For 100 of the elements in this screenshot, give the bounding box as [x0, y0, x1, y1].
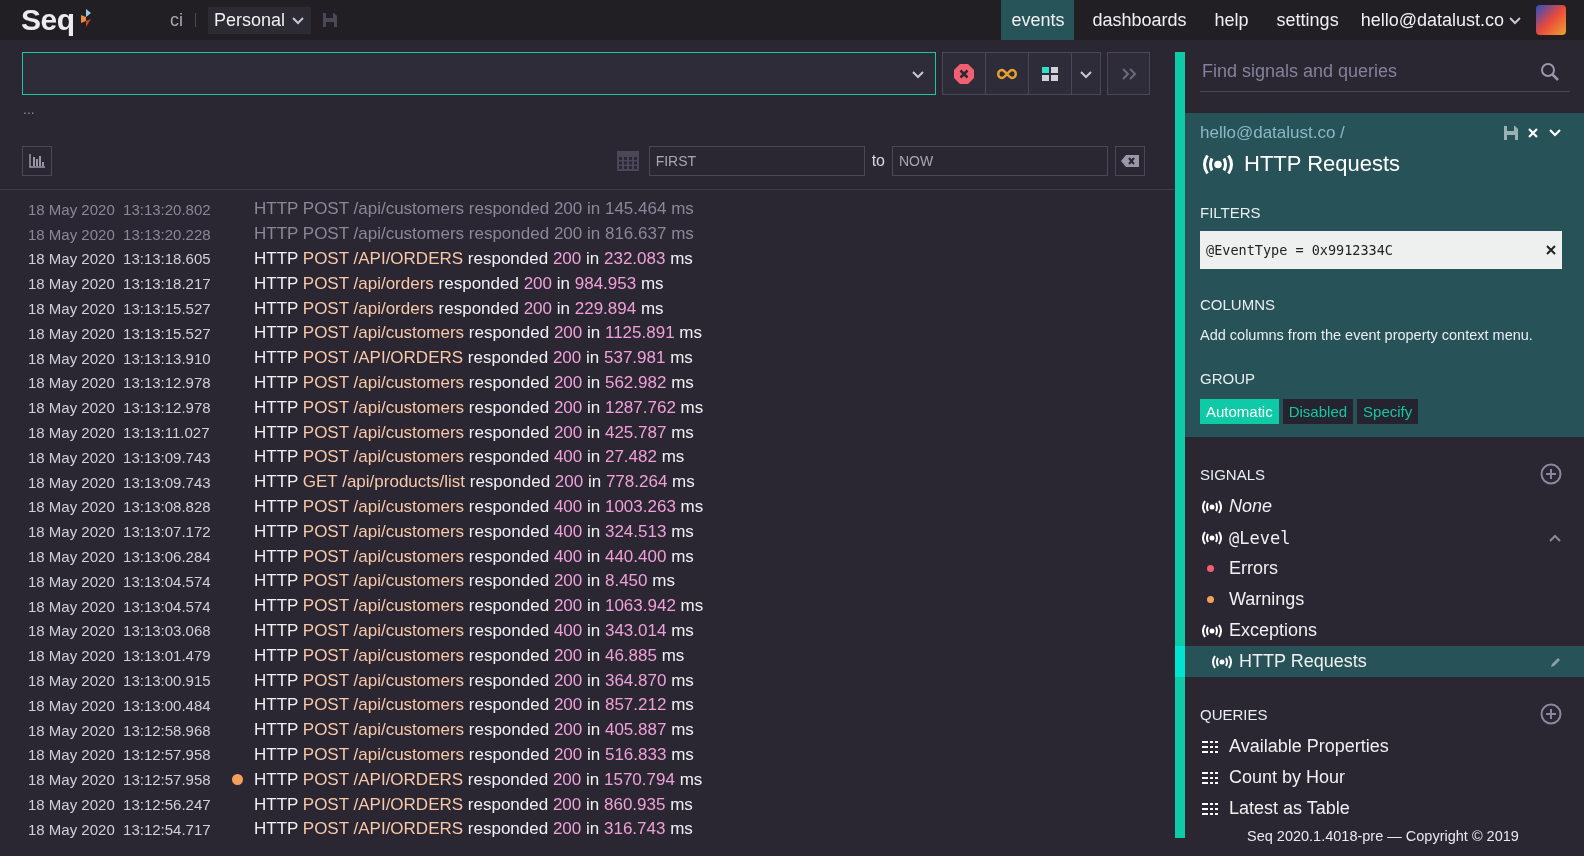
user-menu[interactable]: hello@datalust.co [1356, 9, 1526, 31]
double-chevron-icon [1120, 66, 1137, 81]
event-timestamp: 18 May 2020 13:13:00.915 [27, 672, 212, 690]
layout-dropdown-button[interactable] [1072, 53, 1100, 94]
from-date-field[interactable]: FIRST [648, 146, 865, 176]
event-message[interactable]: HTTP POST /api/customers responded 200 in 816.637 ms [254, 224, 694, 245]
event-message[interactable]: HTTP POST /api/customers responded 200 in 516.833 ms [254, 744, 694, 765]
event-timestamp: 18 May 2020 13:13:09.743 [27, 448, 212, 466]
event-message[interactable]: HTTP POST /API/ORDERS responded 200 in 316.743 ms [254, 819, 693, 840]
event-timestamp: 18 May 2020 13:12:56.247 [27, 796, 212, 813]
event-timestamp: 18 May 2020 13:12:54.717 [27, 820, 212, 838]
backspace-icon [1121, 155, 1139, 167]
add-icon[interactable] [1540, 703, 1562, 725]
event-message[interactable]: HTTP POST /api/customers responded 200 in 857.212 ms [254, 695, 694, 716]
signal-item[interactable]: Exceptions [1185, 615, 1584, 646]
event-message[interactable]: HTTP POST /api/orders responded 200 in 229.894 ms [254, 298, 664, 319]
chevron-down-icon [291, 14, 306, 26]
event-message[interactable]: HTTP GET /api/products/list responded 200 in 778.264 ms [254, 472, 695, 493]
event-message[interactable]: HTTP POST /api/customers responded 200 in 46.885 ms [254, 645, 685, 666]
query-item[interactable]: Count by Hour [1185, 762, 1584, 793]
event-timestamp: 18 May 2020 13:12:58.968 [27, 721, 212, 739]
infinity-icon [996, 67, 1018, 80]
add-icon[interactable] [1540, 463, 1562, 485]
signal-item[interactable]: Warnings [1185, 584, 1584, 615]
signal-title: HTTP Requests [1244, 151, 1401, 177]
event-timestamp: 18 May 2020 13:13:15.527 [27, 324, 212, 342]
event-timestamp: 18 May 2020 13:13:08.828 [27, 498, 212, 516]
event-timestamp: 18 May 2020 13:13:12.978 [27, 399, 212, 417]
signal-item[interactable]: HTTP Requests [1175, 646, 1584, 677]
bar-chart-icon [29, 154, 45, 168]
save-icon [1504, 126, 1518, 140]
clear-range-button[interactable] [1115, 146, 1145, 176]
event-timestamp: 18 May 2020 13:13:09.743 [27, 473, 212, 491]
section-heading: COLUMNS [1200, 296, 1276, 313]
event-message[interactable]: HTTP POST /api/orders responded 200 in 984.953 ms [254, 273, 664, 294]
section-heading: QUERIES [1200, 705, 1268, 723]
layout-button[interactable] [1029, 53, 1072, 94]
event-timestamp: 18 May 2020 13:13:00.484 [27, 696, 212, 714]
clear-icon [953, 62, 975, 85]
group-option-button[interactable]: Specify [1357, 399, 1419, 424]
save-icon [323, 13, 338, 27]
event-message[interactable]: HTTP POST /api/customers responded 200 in 1287.762 ms [254, 397, 704, 418]
event-message[interactable]: HTTP POST /api/customers responded 200 in 562.982 ms [254, 372, 694, 393]
event-timestamp: 18 May 2020 13:13:04.574 [27, 572, 212, 590]
clear-button[interactable] [943, 53, 986, 94]
chevron-down-icon [1548, 127, 1562, 139]
histogram-button[interactable] [22, 146, 52, 176]
event-message[interactable]: HTTP POST /api/customers responded 200 in 364.870 ms [254, 670, 694, 691]
close-icon [1527, 127, 1539, 139]
chevron-down-icon [1508, 14, 1522, 26]
nav-link[interactable]: dashboards [1082, 0, 1197, 40]
close-icon [1546, 245, 1556, 255]
event-timestamp: 18 May 2020 13:13:18.605 [27, 250, 212, 268]
event-message[interactable]: HTTP POST /api/customers responded 200 in 8.450 ms [254, 571, 675, 592]
link-button[interactable] [986, 53, 1029, 94]
event-message[interactable]: HTTP POST /API/ORDERS responded 200 in 860.935 ms [254, 794, 693, 815]
event-timestamp: 18 May 2020 13:13:01.479 [27, 647, 212, 665]
group-option-button[interactable]: Disabled [1282, 399, 1354, 424]
event-message[interactable]: HTTP POST /API/ORDERS responded 200 in 1570.794 ms [254, 769, 703, 790]
event-message[interactable]: HTTP POST /api/customers responded 400 in 1003.263 ms [254, 496, 704, 517]
signal-owner: hello@datalust.co / [1200, 123, 1345, 143]
nav-link[interactable]: help [1204, 0, 1259, 40]
event-message[interactable]: HTTP POST /api/customers responded 200 in 145.464 ms [254, 199, 694, 220]
nav-link[interactable]: settings [1266, 0, 1349, 40]
filter-expression: @EventType = 0x9912334C [1206, 242, 1393, 258]
event-message[interactable]: HTTP POST /API/ORDERS responded 200 in 232.083 ms [254, 249, 693, 269]
event-message[interactable]: HTTP POST /api/customers responded 200 in 425.787 ms [254, 422, 694, 443]
event-timestamp: 18 May 2020 13:13:12.978 [27, 374, 212, 392]
logo-icon [78, 9, 91, 27]
nav-link[interactable]: events [1001, 0, 1075, 40]
pencil-icon [1550, 655, 1562, 668]
to-label: to [871, 152, 885, 170]
instance-name: ci [170, 9, 183, 31]
workspace-dropdown[interactable]: Personal [208, 6, 312, 34]
event-message[interactable]: HTTP POST /API/ORDERS responded 200 in 537.981 ms [254, 348, 693, 369]
event-timestamp: 18 May 2020 13:13:13.910 [27, 349, 212, 367]
more-indicator[interactable]: ... [0, 95, 40, 145]
filter-field[interactable]: @EventType = 0x9912334C [1200, 231, 1562, 269]
event-message[interactable]: HTTP POST /api/customers responded 200 in 405.887 ms [254, 720, 694, 741]
signal-item[interactable]: @Level [1185, 522, 1584, 553]
section-heading: SIGNALS [1200, 465, 1266, 483]
signal-item[interactable]: None [1185, 491, 1584, 522]
event-message[interactable]: HTTP POST /api/customers responded 400 in 440.400 ms [254, 546, 694, 567]
event-timestamp: 18 May 2020 13:13:07.172 [27, 523, 212, 541]
query-item[interactable]: Latest as Table [1185, 793, 1584, 824]
columns-hint: Add columns from the event property context menu. [1200, 327, 1534, 343]
signal-item[interactable]: Errors [1185, 553, 1584, 584]
event-message[interactable]: HTTP POST /api/customers responded 400 in 343.014 ms [254, 620, 694, 641]
event-timestamp: 18 May 2020 13:13:11.027 [27, 424, 211, 442]
event-timestamp: 18 May 2020 13:13:20.802 [27, 200, 212, 218]
query-item[interactable]: Available Properties [1185, 731, 1584, 762]
query-input[interactable] [22, 52, 936, 95]
event-timestamp: 18 May 2020 13:12:57.958 [27, 746, 212, 764]
event-message[interactable]: HTTP POST /api/customers responded 400 in 27.482 ms [254, 447, 685, 468]
signal-search-field[interactable]: Find signals and queries [1200, 53, 1540, 90]
event-message[interactable]: HTTP POST /api/customers responded 200 in 1125.891 ms [254, 323, 702, 344]
event-message[interactable]: HTTP POST /api/customers responded 200 in 1063.942 ms [254, 596, 704, 617]
to-date-field[interactable]: NOW [892, 146, 1108, 176]
event-message[interactable]: HTTP POST /api/customers responded 400 in 324.513 ms [254, 521, 694, 542]
event-timestamp: 18 May 2020 13:13:18.217 [27, 275, 212, 293]
